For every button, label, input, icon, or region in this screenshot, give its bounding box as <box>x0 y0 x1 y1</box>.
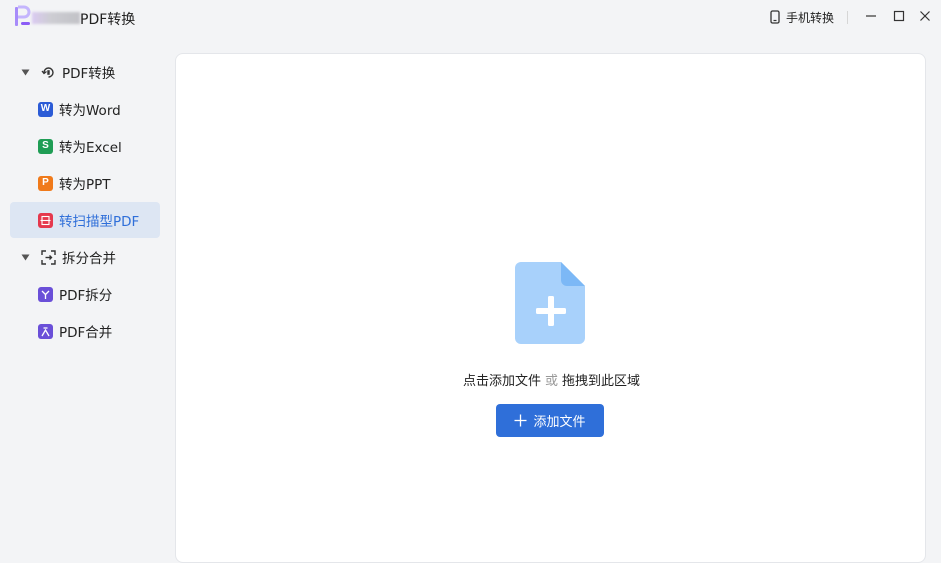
sidebar-item-pdf-merge[interactable]: PDF合并 <box>10 313 160 349</box>
phone-icon <box>770 10 780 24</box>
drop-hint-text: 点击添加文件或拖拽到此区域 <box>176 370 927 389</box>
titlebar-divider <box>847 11 848 24</box>
phone-convert-button[interactable]: 手机转换 <box>768 7 834 27</box>
sidebar-item-to-ppt[interactable]: P 转为PPT <box>10 165 160 201</box>
excel-icon: S <box>38 138 53 154</box>
sidebar-item-label: 转为PPT <box>59 177 111 193</box>
minimize-icon <box>866 15 876 17</box>
sidebar-group-label: 拆分合并 <box>62 251 116 267</box>
app-logo-icon <box>15 5 31 26</box>
convert-icon <box>40 64 56 80</box>
drag-here-text: 拖拽到此区域 <box>562 374 641 389</box>
close-button[interactable] <box>917 8 933 24</box>
sidebar-item-label: 转扫描型PDF <box>59 214 140 230</box>
sidebar-item-to-excel[interactable]: S 转为Excel <box>10 128 160 164</box>
sidebar-item-label: PDF合并 <box>59 325 113 341</box>
click-add-text: 点击添加文件 <box>462 374 541 389</box>
sidebar-item-pdf-split[interactable]: PDF拆分 <box>10 276 160 312</box>
plus-icon <box>514 414 527 427</box>
blurred-brand-name <box>32 12 80 24</box>
merge-icon <box>38 323 53 339</box>
caret-down-icon <box>21 254 33 261</box>
split-icon <box>38 286 53 302</box>
add-file-button[interactable]: 添加文件 <box>496 404 604 437</box>
drop-zone-panel[interactable]: 点击添加文件或拖拽到此区域 添加文件 <box>175 53 926 563</box>
add-file-icon <box>515 262 585 344</box>
sidebar-item-label: PDF拆分 <box>59 288 113 304</box>
or-text: 或 <box>544 374 558 389</box>
title-bar: PDF转换 手机转换 <box>0 0 941 36</box>
sidebar-item-to-word[interactable]: W 转为Word <box>10 91 160 127</box>
add-file-button-label: 添加文件 <box>533 415 586 430</box>
sidebar-item-label: 转为Excel <box>59 140 122 156</box>
word-icon: W <box>38 101 53 117</box>
maximize-icon <box>893 10 905 22</box>
sidebar-group-pdf-convert[interactable]: PDF转换 <box>10 54 160 90</box>
sidebar-group-split-merge[interactable]: 拆分合并 <box>10 239 160 275</box>
ppt-icon: P <box>38 175 53 191</box>
caret-down-icon <box>21 69 33 76</box>
phone-convert-label: 手机转换 <box>786 10 835 25</box>
minimize-button[interactable] <box>863 8 879 24</box>
app-title: PDF转换 <box>80 12 136 28</box>
sidebar-item-label: 转为Word <box>59 103 121 119</box>
sidebar-group-label: PDF转换 <box>62 66 116 82</box>
maximize-button[interactable] <box>891 8 907 24</box>
close-icon <box>920 11 930 21</box>
sidebar-item-to-scanned-pdf[interactable]: 转扫描型PDF <box>10 202 160 238</box>
scan-pdf-icon <box>38 212 53 228</box>
split-merge-icon <box>40 249 56 265</box>
